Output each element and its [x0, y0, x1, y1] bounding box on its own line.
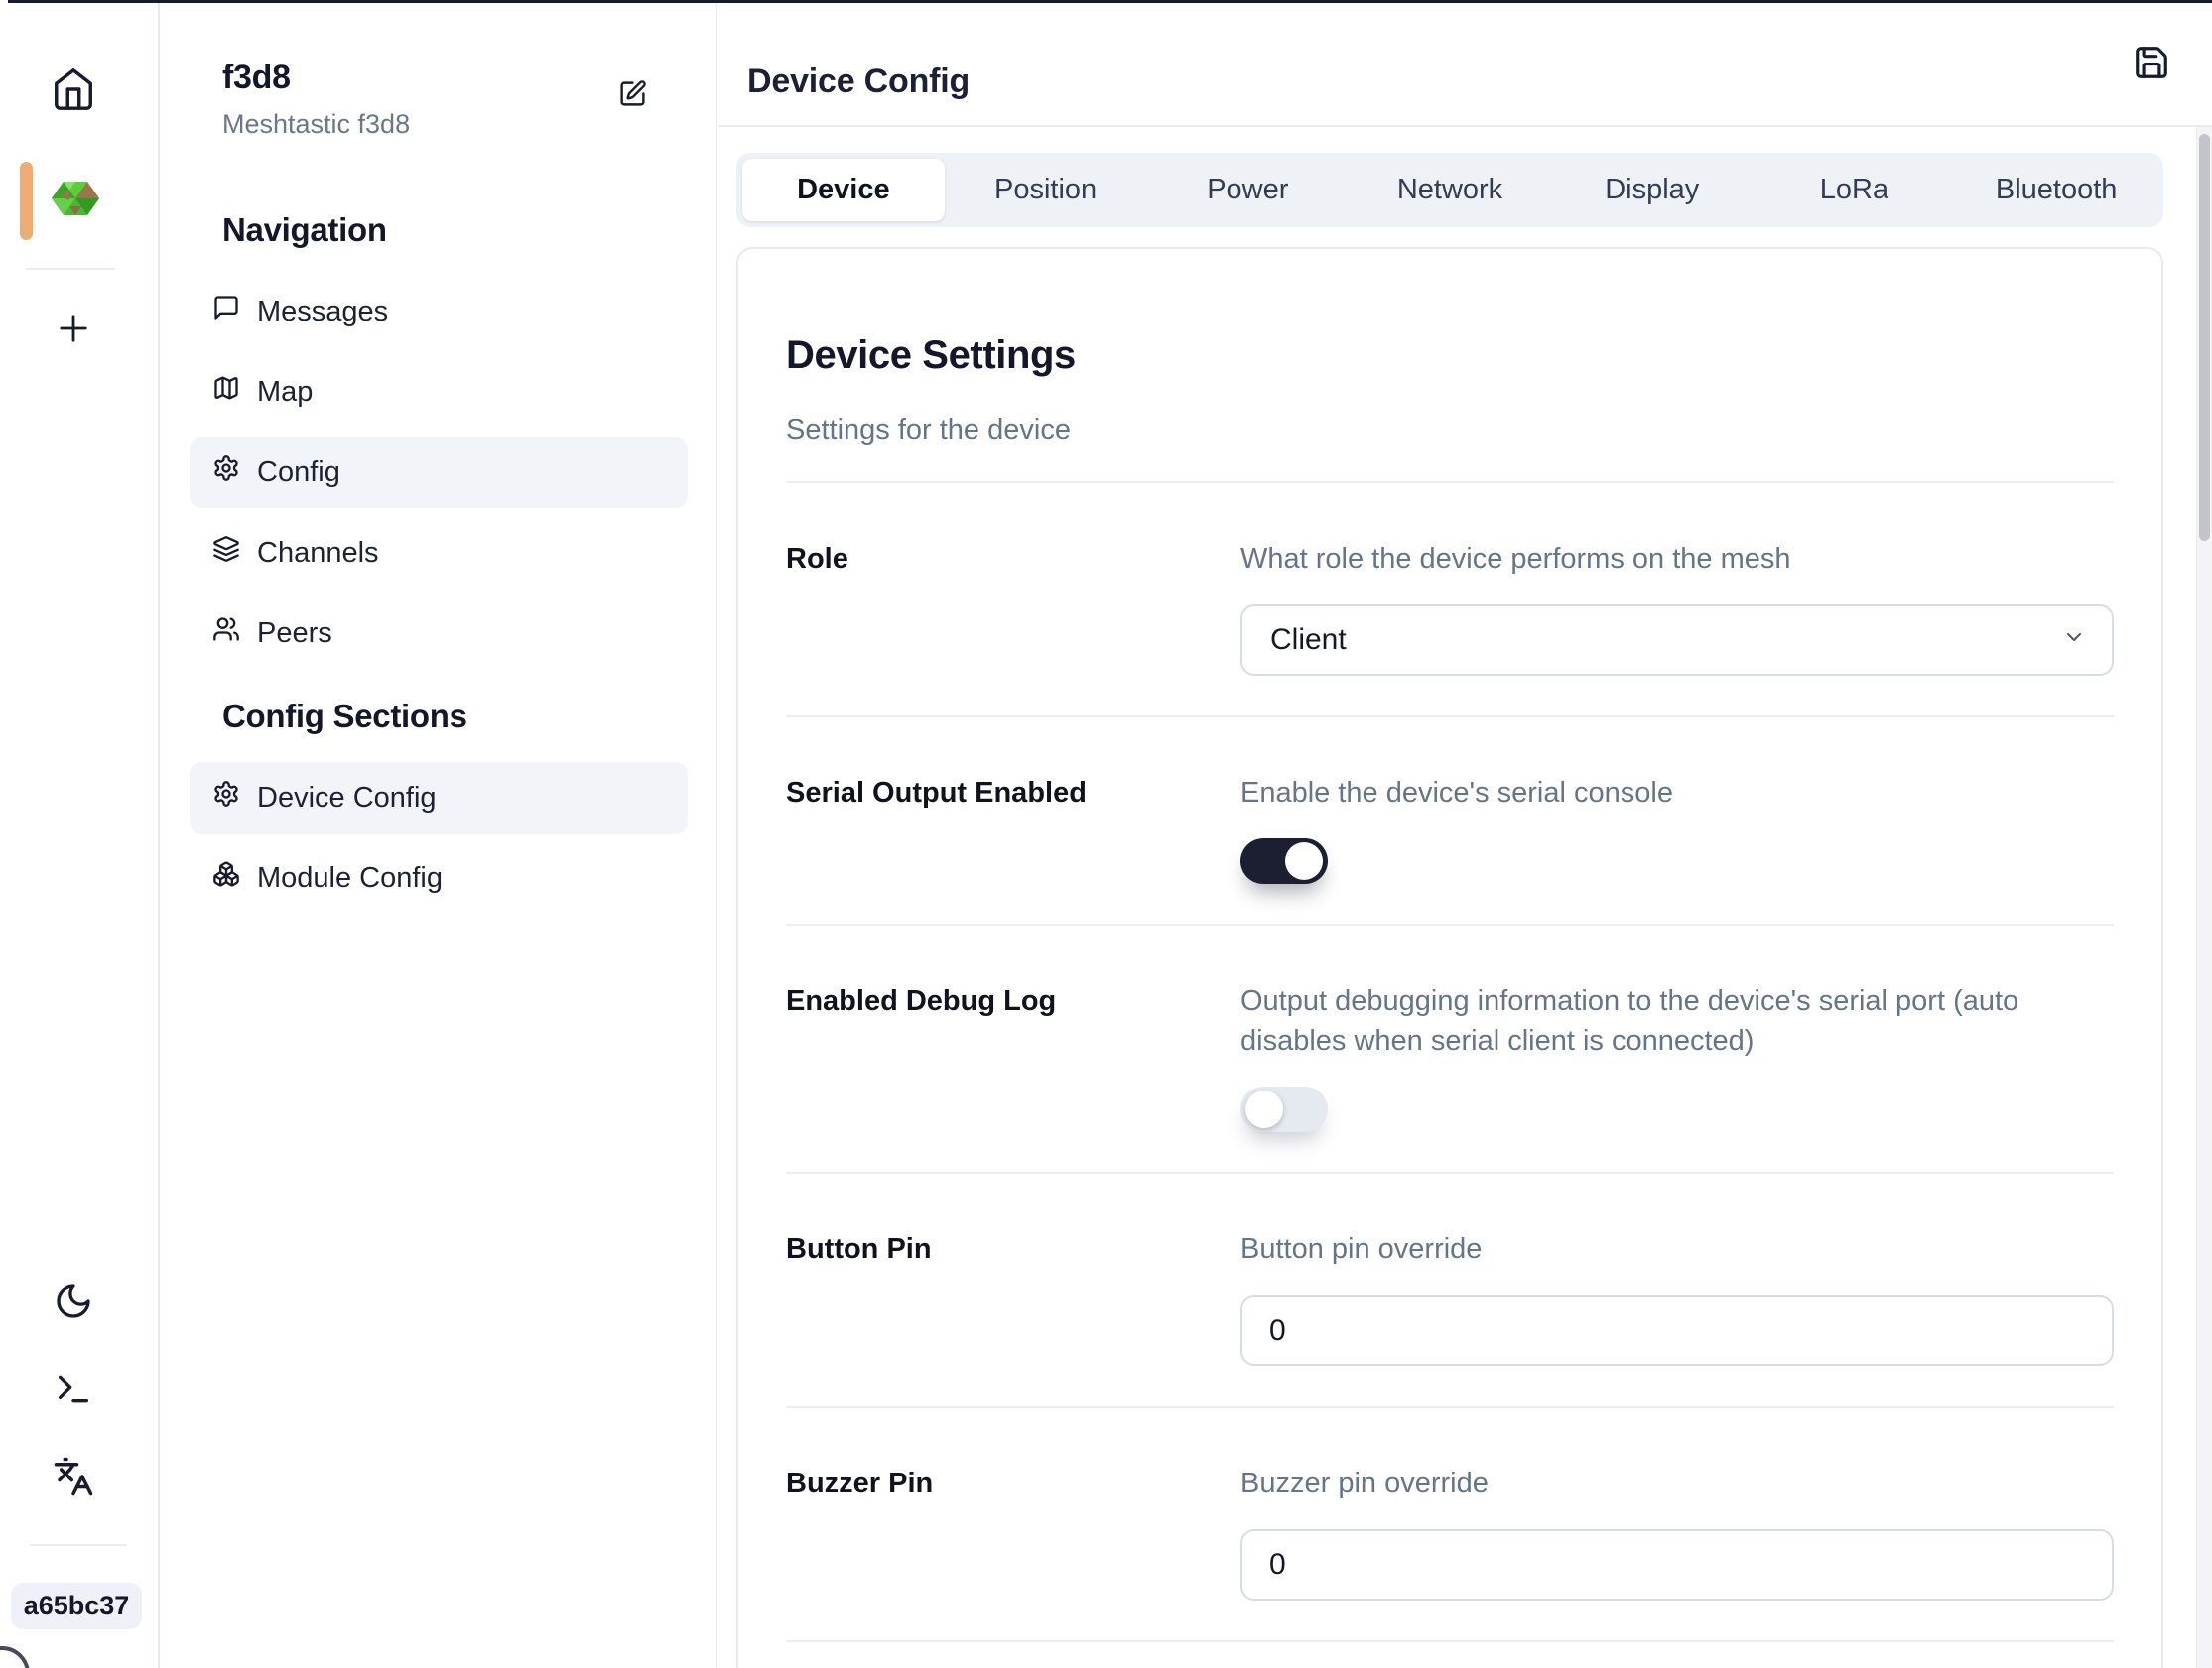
chevron-down-icon — [2062, 623, 2086, 657]
tab-position[interactable]: Position — [945, 159, 1147, 221]
main-panel: Device Config Device Position Power Netw… — [719, 0, 2212, 1668]
boxes-icon — [212, 860, 240, 896]
sidebar-item-label: Channels — [257, 536, 379, 569]
config-row-buzzer-pin: Buzzer Pin Buzzer pin override — [786, 1408, 2114, 1643]
tab-display[interactable]: Display — [1551, 159, 1754, 221]
sidebar-item-channels[interactable]: Channels — [190, 517, 688, 588]
device-header: f3d8 Meshtastic f3d8 — [160, 0, 716, 141]
icon-rail: a65bc37 — [0, 0, 160, 1668]
corner-decoration — [0, 1646, 30, 1668]
device-node-button[interactable] — [52, 175, 99, 222]
language-button[interactable] — [53, 1456, 94, 1497]
field-description: Button pin override — [1240, 1233, 1483, 1266]
message-icon — [212, 294, 240, 329]
page-title: Device Config — [747, 62, 971, 100]
rail-divider — [26, 268, 115, 270]
main-header: Device Config — [719, 0, 2212, 127]
toggle-knob — [1285, 842, 1323, 881]
home-button[interactable] — [51, 66, 96, 112]
sidebar-item-label: Module Config — [257, 861, 443, 894]
edit-device-name-button[interactable] — [618, 79, 647, 108]
config-sections-list: Device Config Module Config — [190, 762, 688, 914]
vertical-scrollbar[interactable] — [2196, 127, 2212, 1668]
dark-mode-button[interactable] — [54, 1281, 93, 1321]
buzzer-pin-input[interactable] — [1240, 1529, 2114, 1602]
nav-list: Messages Map Config Channels Peers — [190, 276, 688, 669]
sidebar-item-config[interactable]: Config — [190, 437, 688, 508]
users-icon — [212, 615, 240, 651]
field-label: Enabled Debug Log — [786, 985, 1057, 1018]
config-tabs: Device Position Power Network Display Lo… — [736, 153, 2163, 227]
field-description: Enable the device's serial console — [1240, 777, 1673, 810]
config-row-button-pin: Button Pin Button pin override — [786, 1174, 2114, 1409]
field-description: What role the device performs on the mes… — [1240, 543, 1791, 576]
card-subtitle: Settings for the device — [786, 414, 1071, 447]
field-label: Serial Output Enabled — [786, 777, 1087, 810]
map-icon — [212, 374, 240, 410]
config-row-debug-log: Enabled Debug Log Output debugging infor… — [786, 926, 2114, 1175]
sidebar-item-module-config[interactable]: Module Config — [190, 842, 688, 914]
scrollbar-thumb[interactable] — [2199, 134, 2210, 541]
role-select[interactable]: Client — [1240, 604, 2114, 677]
app-window: a65bc37 f3d8 Meshtastic f3d8 Navigation — [0, 0, 2212, 1668]
meshtastic-logo — [52, 175, 99, 222]
language-icon — [53, 1456, 94, 1497]
active-device-indicator — [20, 162, 33, 240]
card-title: Device Settings — [786, 333, 1076, 378]
moon-icon — [54, 1281, 93, 1321]
config-row-serial-output: Serial Output Enabled Enable the device'… — [786, 717, 2114, 927]
gear-icon — [212, 454, 240, 490]
sidebar-item-device-config[interactable]: Device Config — [190, 762, 688, 834]
sidebar-item-label: Config — [257, 455, 340, 488]
edit-icon — [618, 79, 647, 108]
device-settings-card: Device Settings Settings for the device … — [736, 247, 2163, 1668]
gear-icon — [212, 780, 240, 816]
device-full-name: Meshtastic f3d8 — [222, 109, 411, 139]
save-config-button[interactable] — [2133, 44, 2170, 81]
add-connection-button[interactable] — [53, 308, 94, 349]
tab-lora[interactable]: LoRa — [1754, 159, 1956, 221]
toggle-knob — [1245, 1091, 1283, 1129]
sidebar-item-map[interactable]: Map — [190, 356, 688, 428]
main-body: Device Position Power Network Display Lo… — [719, 127, 2212, 1668]
field-description: Buzzer pin override — [1240, 1468, 1489, 1500]
sidebar: f3d8 Meshtastic f3d8 Navigation Messages… — [160, 0, 717, 1668]
sidebar-item-messages[interactable]: Messages — [190, 276, 688, 347]
sidebar-item-label: Peers — [257, 616, 332, 649]
plus-icon — [53, 308, 94, 349]
serial-output-toggle[interactable] — [1240, 838, 1328, 885]
terminal-button[interactable] — [54, 1369, 93, 1409]
config-row-rebroadcast-mode: Rebroadcast Mode How to handle rebroadca… — [786, 1642, 2114, 1668]
connection-id-badge: a65bc37 — [11, 1583, 142, 1629]
rail-divider — [30, 1544, 127, 1546]
sidebar-item-label: Messages — [257, 295, 389, 327]
save-icon — [2133, 44, 2170, 81]
debug-log-toggle[interactable] — [1240, 1087, 1328, 1133]
tab-network[interactable]: Network — [1349, 159, 1551, 221]
sidebar-item-label: Map — [257, 375, 314, 408]
role-select-value: Client — [1270, 623, 1347, 657]
layers-icon — [212, 535, 240, 571]
tab-bluetooth[interactable]: Bluetooth — [1955, 159, 2157, 221]
config-row-role: Role What role the device performs on th… — [786, 483, 2114, 718]
window-top-edge — [8, 0, 2212, 3]
device-short-name: f3d8 — [222, 59, 291, 96]
field-label: Buzzer Pin — [786, 1468, 934, 1500]
terminal-icon — [54, 1369, 93, 1409]
tab-device[interactable]: Device — [742, 159, 945, 221]
button-pin-input[interactable] — [1240, 1295, 2114, 1367]
field-label: Button Pin — [786, 1233, 932, 1266]
nav-heading: Navigation — [222, 211, 387, 248]
sidebar-item-label: Device Config — [257, 781, 437, 814]
home-icon — [51, 66, 96, 112]
config-sections-heading: Config Sections — [222, 698, 467, 734]
tab-power[interactable]: Power — [1146, 159, 1349, 221]
sidebar-item-peers[interactable]: Peers — [190, 597, 688, 669]
field-label: Role — [786, 543, 848, 576]
field-description: Output debugging information to the devi… — [1240, 985, 2019, 1058]
